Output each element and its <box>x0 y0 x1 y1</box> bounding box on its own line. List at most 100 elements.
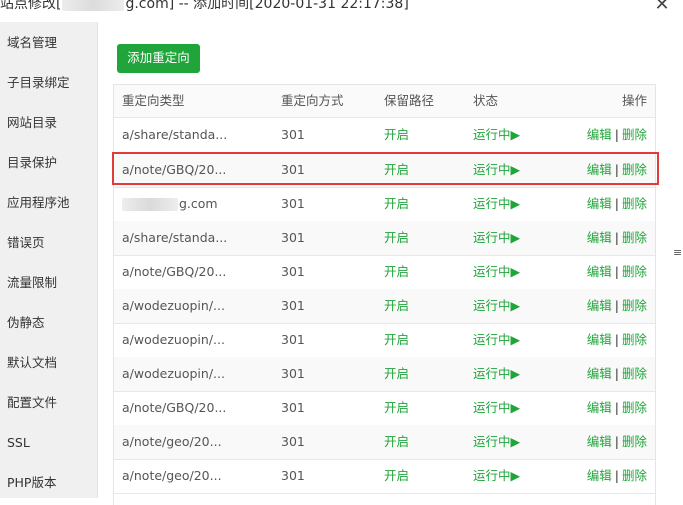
table-row: g.com 301 开启 运行中▶ 编辑 | 删除 <box>114 187 655 222</box>
header-status: 状态 <box>473 93 499 108</box>
cell-keep-path[interactable]: 开启 <box>384 187 409 221</box>
cell-ops: 编辑 | 删除 <box>587 323 647 357</box>
edit-link[interactable]: 编辑 <box>587 264 612 279</box>
cell-status[interactable]: 运行中▶ <box>473 255 520 289</box>
delete-link[interactable]: 删除 <box>622 162 647 177</box>
scrollbar[interactable] <box>670 22 683 498</box>
op-separator: | <box>614 332 619 347</box>
table-row: a/note/GBQ/20... 301 开启 运行中▶ 编辑 | 删除 <box>114 255 655 290</box>
main-panel: 添加重定向 重定向类型 重定向方式 保留路径 状态 操作 a/share/sta… <box>98 22 670 505</box>
cell-keep-path[interactable]: 开启 <box>384 425 409 459</box>
delete-link[interactable]: 删除 <box>622 264 647 279</box>
cell-method: 301 <box>281 434 305 449</box>
delete-link[interactable]: 删除 <box>622 298 647 313</box>
cell-keep-path[interactable]: 开启 <box>384 459 409 493</box>
cell-keep-path[interactable]: 开启 <box>384 357 409 391</box>
delete-link[interactable]: 删除 <box>622 230 647 245</box>
cell-status[interactable]: 运行中▶ <box>473 357 520 391</box>
cell-keep-path[interactable]: 开启 <box>384 323 409 357</box>
cell-type: a/note/GBQ/20... <box>122 162 227 177</box>
edit-link[interactable]: 编辑 <box>587 366 612 381</box>
edit-link[interactable]: 编辑 <box>587 434 612 449</box>
edit-link[interactable]: 编辑 <box>587 332 612 347</box>
sidebar-item-app-pool[interactable]: 应用程序池 <box>7 193 70 213</box>
cell-status[interactable]: 运行中▶ <box>473 323 520 357</box>
op-separator: | <box>614 468 619 483</box>
table-row: a/wodezuopin/... 301 开启 运行中▶ 编辑 | 删除 <box>114 357 655 392</box>
table-row: a/wodezuopin/... 301 开启 运行中▶ 编辑 | 删除 <box>114 323 655 358</box>
cell-keep-path[interactable]: 开启 <box>384 255 409 289</box>
delete-link[interactable]: 删除 <box>622 196 647 211</box>
cell-keep-path[interactable]: 开启 <box>384 153 409 187</box>
sidebar-item-php-version[interactable]: PHP版本 <box>7 473 56 493</box>
cell-status[interactable]: 运行中▶ <box>473 425 520 459</box>
cell-method: 301 <box>281 400 305 415</box>
sidebar-item-site-directory[interactable]: 网站目录 <box>7 113 57 133</box>
header-keep-path: 保留路径 <box>384 93 435 108</box>
sidebar-item-default-doc[interactable]: 默认文档 <box>7 353 57 373</box>
cell-keep-path[interactable]: 开启 <box>384 289 409 323</box>
edit-link[interactable]: 编辑 <box>587 230 612 245</box>
table-row: a/note/GBQ/20... 301 开启 运行中▶ 编辑 | 删除 <box>114 153 655 188</box>
cell-status[interactable]: 运行中▶ <box>473 391 520 425</box>
cell-type: a/note/geo/20... <box>122 434 222 449</box>
sidebar-item-config-file[interactable]: 配置文件 <box>7 393 57 413</box>
edit-link[interactable]: 编辑 <box>587 162 612 177</box>
delete-link[interactable]: 删除 <box>622 332 647 347</box>
sidebar-item-dir-protection[interactable]: 目录保护 <box>7 153 57 173</box>
sidebar-item-subdir-binding[interactable]: 子目录绑定 <box>7 73 70 93</box>
delete-link[interactable]: 删除 <box>622 400 647 415</box>
cell-status[interactable]: 运行中▶ <box>473 459 520 493</box>
cell-method: 301 <box>281 162 305 177</box>
cell-status[interactable]: 运行中▶ <box>473 153 520 187</box>
op-separator: | <box>614 434 619 449</box>
sidebar-item-domain[interactable]: 域名管理 <box>7 33 57 53</box>
delete-link[interactable]: 删除 <box>622 127 647 142</box>
cell-status[interactable]: 运行中▶ <box>473 289 520 323</box>
cell-ops: 编辑 | 删除 <box>587 153 647 187</box>
header-type: 重定向类型 <box>122 93 185 108</box>
header-ops: 操作 <box>621 93 647 108</box>
cell-method: 301 <box>281 366 305 381</box>
header-method: 重定向方式 <box>281 93 344 108</box>
cell-ops: 编辑 | 删除 <box>587 357 647 391</box>
table-row: a/note/geo/20... 301 开启 运行中▶ 编辑 | 删除 <box>114 425 655 460</box>
cell-ops: 编辑 | 删除 <box>587 289 647 323</box>
table-row: a/wodezuopin/... 301 开启 运行中▶ 编辑 | 删除 <box>114 289 655 324</box>
op-separator: | <box>614 264 619 279</box>
cell-ops: 编辑 | 删除 <box>587 187 647 221</box>
cell-type: a/wodezuopin/... <box>122 332 225 347</box>
op-separator: | <box>614 196 619 211</box>
cell-keep-path[interactable]: 开启 <box>384 118 409 152</box>
op-separator: | <box>614 400 619 415</box>
scroll-grip-icon[interactable]: ≡ <box>673 247 682 258</box>
edit-link[interactable]: 编辑 <box>587 127 612 142</box>
cell-status[interactable]: 运行中▶ <box>473 118 520 152</box>
cell-keep-path[interactable]: 开启 <box>384 221 409 255</box>
sidebar-item-rewrite[interactable]: 伪静态 <box>7 313 45 333</box>
cell-method: 301 <box>281 196 305 211</box>
edit-link[interactable]: 编辑 <box>587 468 612 483</box>
close-icon[interactable]: ✕ <box>653 0 671 14</box>
table-row: a/share/standa... 301 开启 运行中▶ 编辑 | 删除 <box>114 221 655 256</box>
cell-method: 301 <box>281 468 305 483</box>
delete-link[interactable]: 删除 <box>622 366 647 381</box>
cell-ops: 编辑 | 删除 <box>587 221 647 255</box>
cell-method: 301 <box>281 230 305 245</box>
cell-type-text: g.com <box>179 196 218 211</box>
cell-type: a/wodezuopin/... <box>122 366 225 381</box>
edit-link[interactable]: 编辑 <box>587 400 612 415</box>
cell-status[interactable]: 运行中▶ <box>473 221 520 255</box>
sidebar-item-error-page[interactable]: 错误页 <box>7 233 45 253</box>
delete-link[interactable]: 删除 <box>622 468 647 483</box>
cell-method: 301 <box>281 127 305 142</box>
add-redirect-button[interactable]: 添加重定向 <box>117 44 200 73</box>
cell-ops: 编辑 | 删除 <box>587 255 647 289</box>
sidebar-item-traffic-limit[interactable]: 流量限制 <box>7 273 57 293</box>
edit-link[interactable]: 编辑 <box>587 298 612 313</box>
delete-link[interactable]: 删除 <box>622 434 647 449</box>
cell-keep-path[interactable]: 开启 <box>384 391 409 425</box>
sidebar-item-ssl[interactable]: SSL <box>7 433 30 453</box>
cell-status[interactable]: 运行中▶ <box>473 187 520 221</box>
edit-link[interactable]: 编辑 <box>587 196 612 211</box>
